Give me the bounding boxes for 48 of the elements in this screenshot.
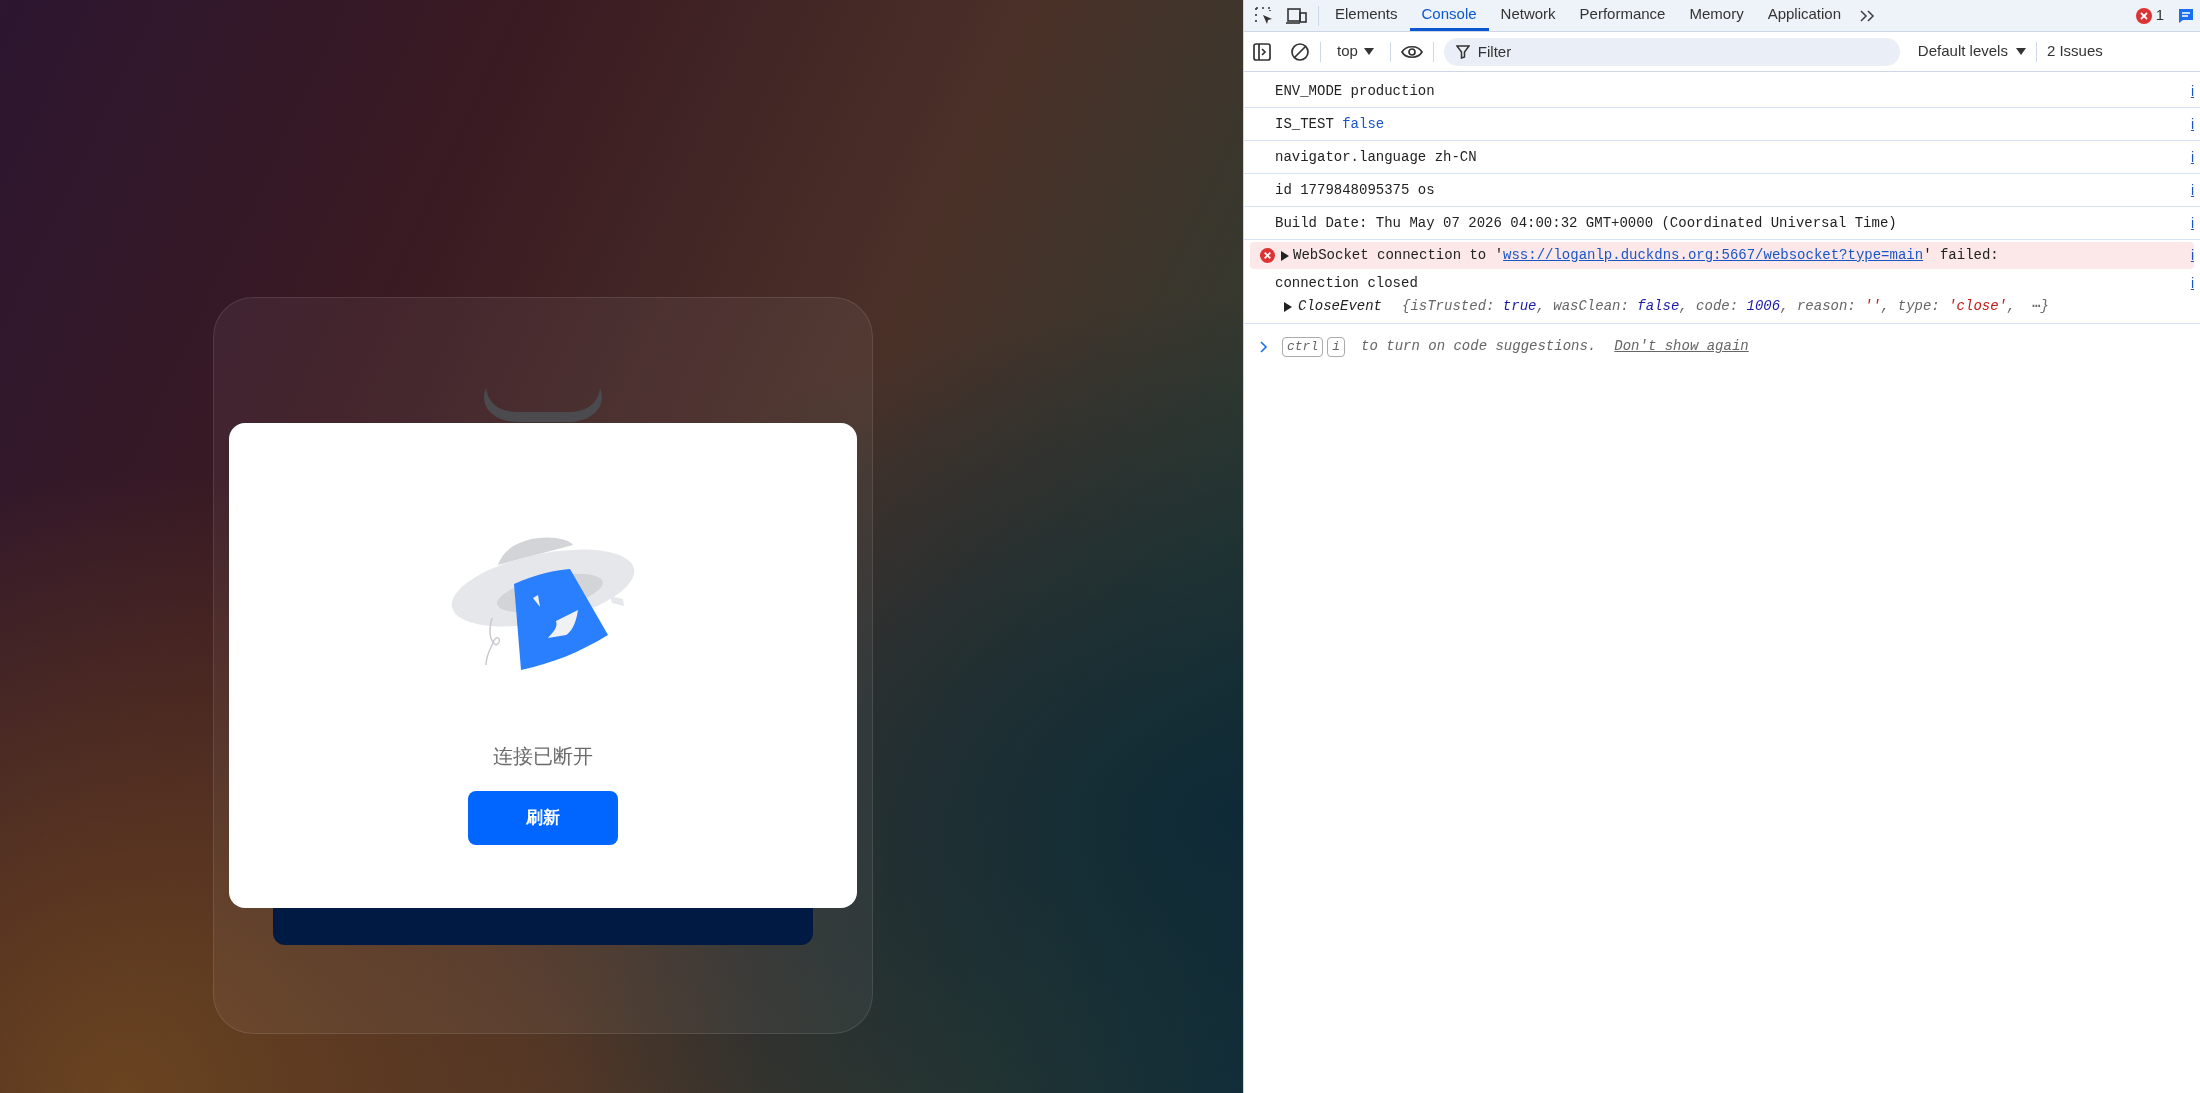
filter-field[interactable]: Filter bbox=[1443, 37, 1900, 66]
sidebar-toggle-icon[interactable] bbox=[1252, 41, 1272, 62]
console-message: IS_TEST false bbox=[1275, 114, 1385, 134]
source-link[interactable]: i bbox=[2190, 212, 2194, 234]
source-link[interactable]: i bbox=[2190, 245, 2194, 266]
error-text: WebSocket connection to 'wss://loganlp.duckdns.org:5667/websocket?type=main' failed: bbox=[1293, 246, 1999, 265]
expand-triangle-icon[interactable] bbox=[1281, 250, 1289, 261]
dismiss-link[interactable]: Don't show again bbox=[1614, 336, 1749, 357]
message-icon[interactable] bbox=[2178, 7, 2194, 24]
console-message: ENV_MODE production bbox=[1275, 81, 1435, 101]
caret-icon bbox=[2015, 48, 2026, 55]
key-cap: i bbox=[1327, 336, 1346, 357]
console-message: connection closed bbox=[1275, 274, 1418, 293]
source-link[interactable]: i bbox=[2190, 273, 2194, 294]
inspect-icon[interactable] bbox=[1254, 5, 1274, 26]
devtools-tab[interactable]: Memory bbox=[1677, 0, 1756, 31]
issues-button[interactable]: 2 Issues bbox=[2046, 40, 2103, 63]
devtools-tab[interactable]: Console bbox=[1409, 0, 1489, 31]
prompt-chevron-icon bbox=[1260, 340, 1268, 353]
device-toggle-icon[interactable] bbox=[1286, 5, 1308, 26]
console-message: Build Date: Thu May 07 2026 04:00:32 GMT+0000 (Coordinated Universal Time) bbox=[1275, 213, 1897, 233]
error-icon bbox=[2135, 7, 2152, 24]
devtools-tab[interactable]: Application bbox=[1755, 0, 1854, 31]
refresh-button[interactable]: 刷新 bbox=[468, 791, 618, 845]
source-link[interactable]: i bbox=[2190, 179, 2194, 201]
source-link[interactable]: i bbox=[2190, 146, 2194, 168]
caret-icon bbox=[1363, 48, 1374, 55]
devtools-tab[interactable]: Performance bbox=[1567, 0, 1678, 31]
url-link[interactable]: wss://loganlp.duckdns.org:5667/websocket?type=main bbox=[1503, 247, 1924, 263]
levels-dropdown[interactable]: Default levels bbox=[1917, 40, 2026, 63]
error-count[interactable]: 1 bbox=[2155, 4, 2164, 27]
console-message: id 1779848095375 os bbox=[1275, 180, 1435, 200]
source-link[interactable]: i bbox=[2190, 80, 2194, 102]
clear-console-icon[interactable] bbox=[1290, 41, 1310, 62]
key-cap: ctrl bbox=[1282, 336, 1324, 357]
dialog-message: 连接已断开 bbox=[493, 744, 593, 769]
devtools-tab[interactable]: Network bbox=[1488, 0, 1568, 31]
hint-text: to turn on code suggestions. bbox=[1361, 337, 1597, 356]
devtools-tab[interactable]: Elements bbox=[1323, 0, 1410, 31]
eye-icon[interactable] bbox=[1400, 43, 1423, 60]
console-message: navigator.language zh-CN bbox=[1275, 147, 1477, 167]
context-dropdown[interactable]: top bbox=[1331, 40, 1380, 63]
filter-icon bbox=[1455, 44, 1470, 59]
expand-triangle-icon[interactable] bbox=[1284, 301, 1292, 312]
source-link[interactable]: i bbox=[2190, 113, 2194, 135]
object-name[interactable]: CloseEvent bbox=[1298, 296, 1382, 317]
error-icon bbox=[1260, 248, 1275, 263]
object-preview: {isTrusted: true, wasClean: false, code: 1006, reason: '', type: 'close', ⋯} bbox=[1402, 297, 2050, 316]
